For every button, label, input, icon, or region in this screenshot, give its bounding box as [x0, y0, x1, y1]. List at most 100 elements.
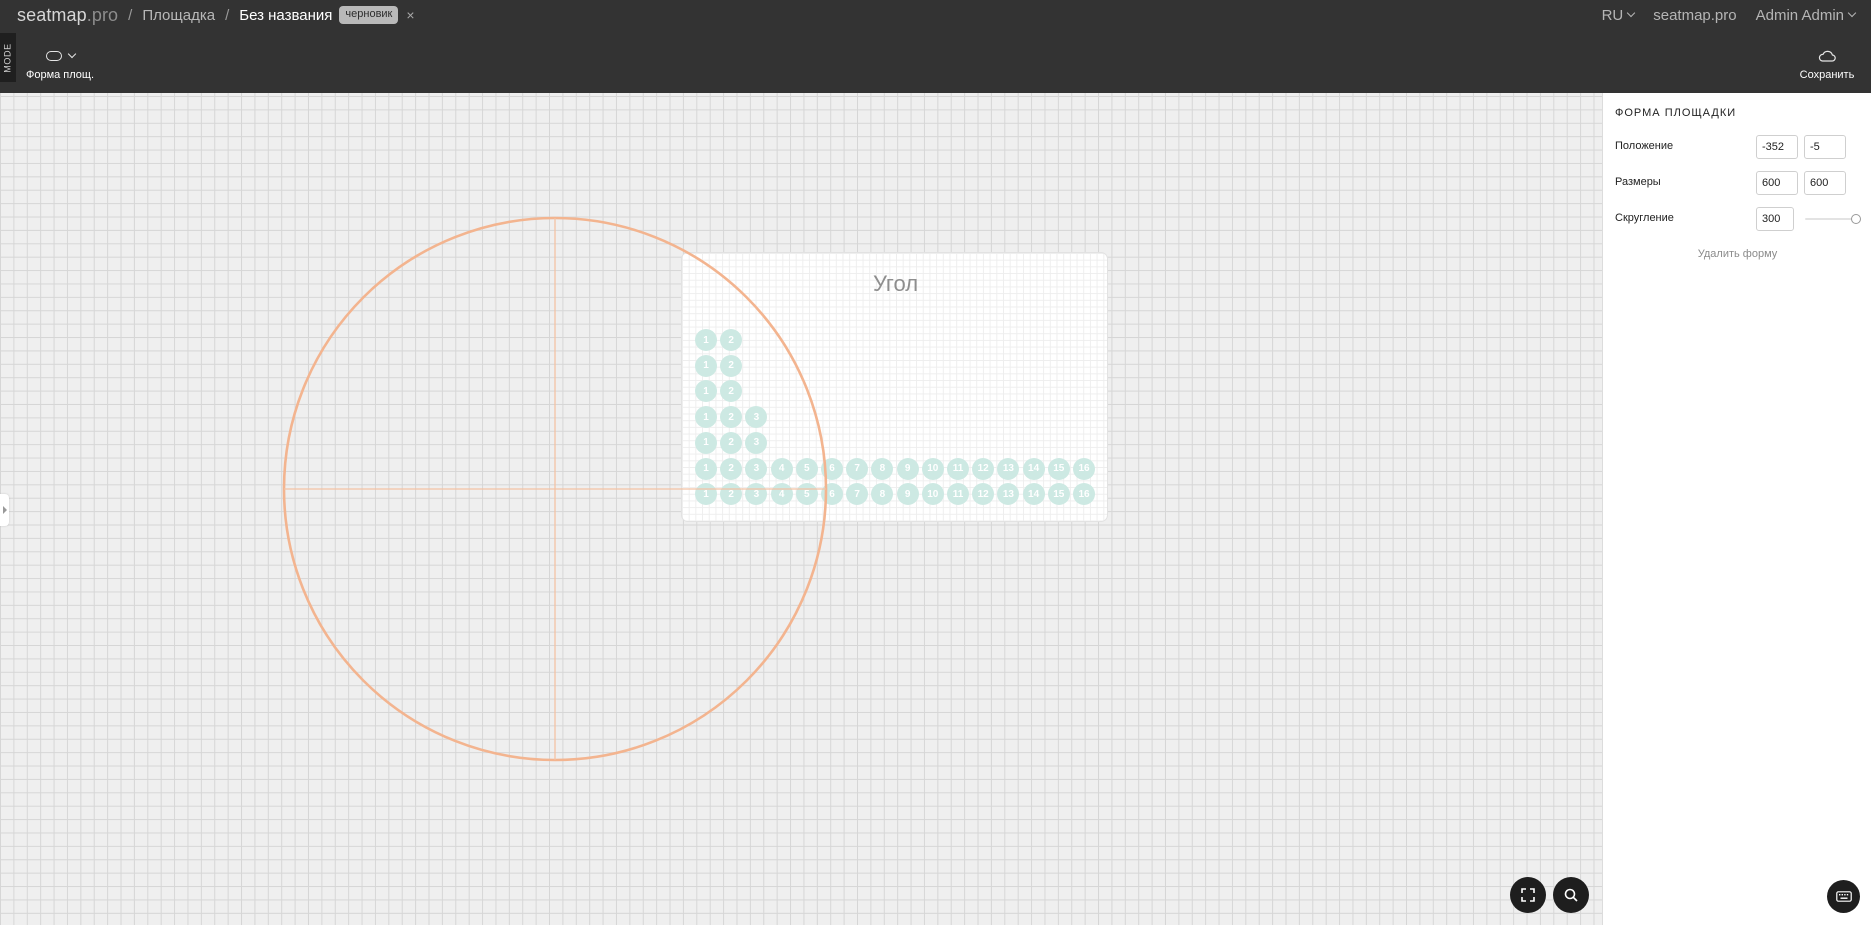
status-badge: черновик	[339, 6, 399, 24]
chevron-down-icon[interactable]	[67, 49, 76, 59]
rounding-row: Скругление	[1615, 207, 1861, 231]
seat[interactable]: 1	[695, 406, 717, 429]
brand-tld: .pro	[86, 4, 119, 25]
shape-tool-button[interactable]: Форма площ.	[24, 46, 96, 86]
seat[interactable]: 9	[896, 483, 919, 506]
seat[interactable]: 9	[896, 457, 919, 480]
fullscreen-icon	[1521, 888, 1535, 902]
seat[interactable]: 5	[795, 483, 818, 506]
seat-section[interactable]: Угол 1 2 1 2 1 2 1 2 3 1 2 3 1 2 3 4 5 6 7 8 9 10 11 12 13 14 15 16…	[681, 252, 1108, 522]
seat[interactable]: 2	[720, 354, 743, 377]
language-selector[interactable]: RU	[1601, 6, 1636, 24]
breadcrumb: seatmap.pro / Площадка / Без названия че…	[17, 4, 415, 26]
breadcrumb-current-title[interactable]: Без названия	[239, 7, 332, 24]
size-row: Размеры	[1615, 171, 1860, 195]
chevron-down-icon	[1847, 8, 1857, 18]
position-row: Положение	[1615, 135, 1860, 159]
brand-main: seatmap	[17, 4, 87, 25]
seat[interactable]: 14	[1022, 457, 1045, 480]
seat[interactable]: 2	[720, 380, 743, 403]
breadcrumb-separator: /	[225, 6, 230, 24]
left-panel-toggle[interactable]	[0, 494, 9, 526]
size-height-input[interactable]	[1804, 171, 1846, 195]
seat[interactable]: 10	[921, 457, 944, 480]
workspace-link[interactable]: seatmap.pro	[1653, 7, 1736, 24]
rounding-label: Скругление	[1615, 212, 1674, 224]
seat[interactable]: 13	[997, 483, 1020, 506]
seat[interactable]: 3	[745, 457, 768, 480]
seat[interactable]: 1	[695, 354, 717, 377]
seat[interactable]: 1	[695, 329, 717, 351]
chevron-right-icon	[2, 506, 7, 514]
seat[interactable]: 16	[1073, 483, 1095, 506]
rounded-rect-icon	[45, 51, 62, 61]
seat[interactable]: 11	[947, 457, 969, 480]
breadcrumb-venue-link[interactable]: Площадка	[142, 7, 215, 24]
seat[interactable]: 16	[1073, 457, 1095, 480]
topbar-right-menu: RU seatmap.pro Admin Admin	[1601, 4, 1857, 26]
venue-canvas[interactable]: Угол 1 2 1 2 1 2 1 2 3 1 2 3 1 2 3 4 5 6 7 8 9 10 11 12 13 14 15 16…	[0, 93, 1602, 925]
seat[interactable]: 2	[720, 406, 743, 429]
seat[interactable]: 8	[871, 457, 894, 480]
search-icon	[1564, 888, 1578, 902]
keyboard-icon	[1835, 891, 1852, 902]
rounding-input[interactable]	[1756, 207, 1794, 231]
seat[interactable]: 6	[821, 457, 843, 480]
properties-panel: ФОРМА ПЛОЩАДКИ Положение Размеры Скругле…	[1602, 93, 1871, 925]
seat[interactable]: 2	[720, 329, 743, 351]
rounding-slider-handle[interactable]	[1851, 214, 1861, 224]
user-menu[interactable]: Admin Admin	[1755, 6, 1857, 24]
seat[interactable]: 10	[921, 483, 944, 506]
top-bar: seatmap.pro / Площадка / Без названия че…	[0, 0, 1871, 93]
section-title: Угол	[872, 271, 919, 296]
seat[interactable]: 8	[871, 483, 894, 506]
seat[interactable]: 4	[770, 457, 793, 480]
language-label: RU	[1601, 6, 1624, 24]
user-name: Admin Admin	[1755, 6, 1844, 24]
seat[interactable]: 14	[1022, 483, 1045, 506]
seat[interactable]: 7	[846, 457, 869, 480]
seat[interactable]: 15	[1047, 483, 1070, 506]
position-y-input[interactable]	[1804, 135, 1846, 159]
seat[interactable]: 3	[745, 431, 768, 454]
seat[interactable]: 4	[770, 483, 793, 506]
seat[interactable]: 3	[745, 483, 768, 506]
position-x-input[interactable]	[1756, 135, 1798, 159]
delete-shape-button[interactable]: Удалить форму	[1603, 248, 1871, 260]
seat[interactable]: 1	[695, 431, 717, 454]
seat[interactable]: 11	[947, 483, 969, 506]
fit-to-screen-button[interactable]	[1510, 877, 1546, 913]
seat[interactable]: 2	[720, 483, 743, 506]
seat[interactable]: 6	[821, 483, 843, 506]
rounding-slider[interactable]	[1805, 214, 1861, 224]
close-icon[interactable]: ×	[406, 8, 414, 22]
seat[interactable]: 2	[720, 431, 743, 454]
shape-tool-label: Форма площ.	[25, 69, 95, 81]
size-width-input[interactable]	[1756, 171, 1798, 195]
seat[interactable]: 13	[997, 457, 1020, 480]
position-label: Положение	[1615, 140, 1674, 152]
workspace-label: seatmap.pro	[1653, 6, 1737, 24]
seat[interactable]: 5	[795, 457, 818, 480]
save-button[interactable]: Сохранить	[1797, 46, 1857, 86]
mode-strip[interactable]: MODE	[0, 33, 16, 82]
seat[interactable]: 2	[720, 457, 743, 480]
size-label: Размеры	[1615, 176, 1661, 188]
chevron-down-icon	[1626, 8, 1636, 18]
keyboard-shortcuts-button[interactable]	[1827, 880, 1860, 913]
save-label: Сохранить	[1799, 69, 1855, 81]
seat[interactable]: 12	[972, 457, 995, 480]
breadcrumb-separator: /	[128, 6, 133, 24]
seat[interactable]: 7	[846, 483, 869, 506]
seat[interactable]: 12	[972, 483, 995, 506]
panel-title: ФОРМА ПЛОЩАДКИ	[1615, 107, 1737, 119]
seat[interactable]: 1	[695, 380, 717, 403]
zoom-button[interactable]	[1553, 877, 1589, 913]
brand-logo[interactable]: seatmap.pro	[17, 5, 118, 26]
cloud-icon	[1818, 50, 1836, 62]
mode-label: MODE	[3, 42, 13, 73]
seat[interactable]: 3	[745, 406, 768, 429]
seat[interactable]: 1	[695, 483, 717, 506]
seat[interactable]: 15	[1047, 457, 1070, 480]
seat[interactable]: 1	[695, 457, 717, 480]
